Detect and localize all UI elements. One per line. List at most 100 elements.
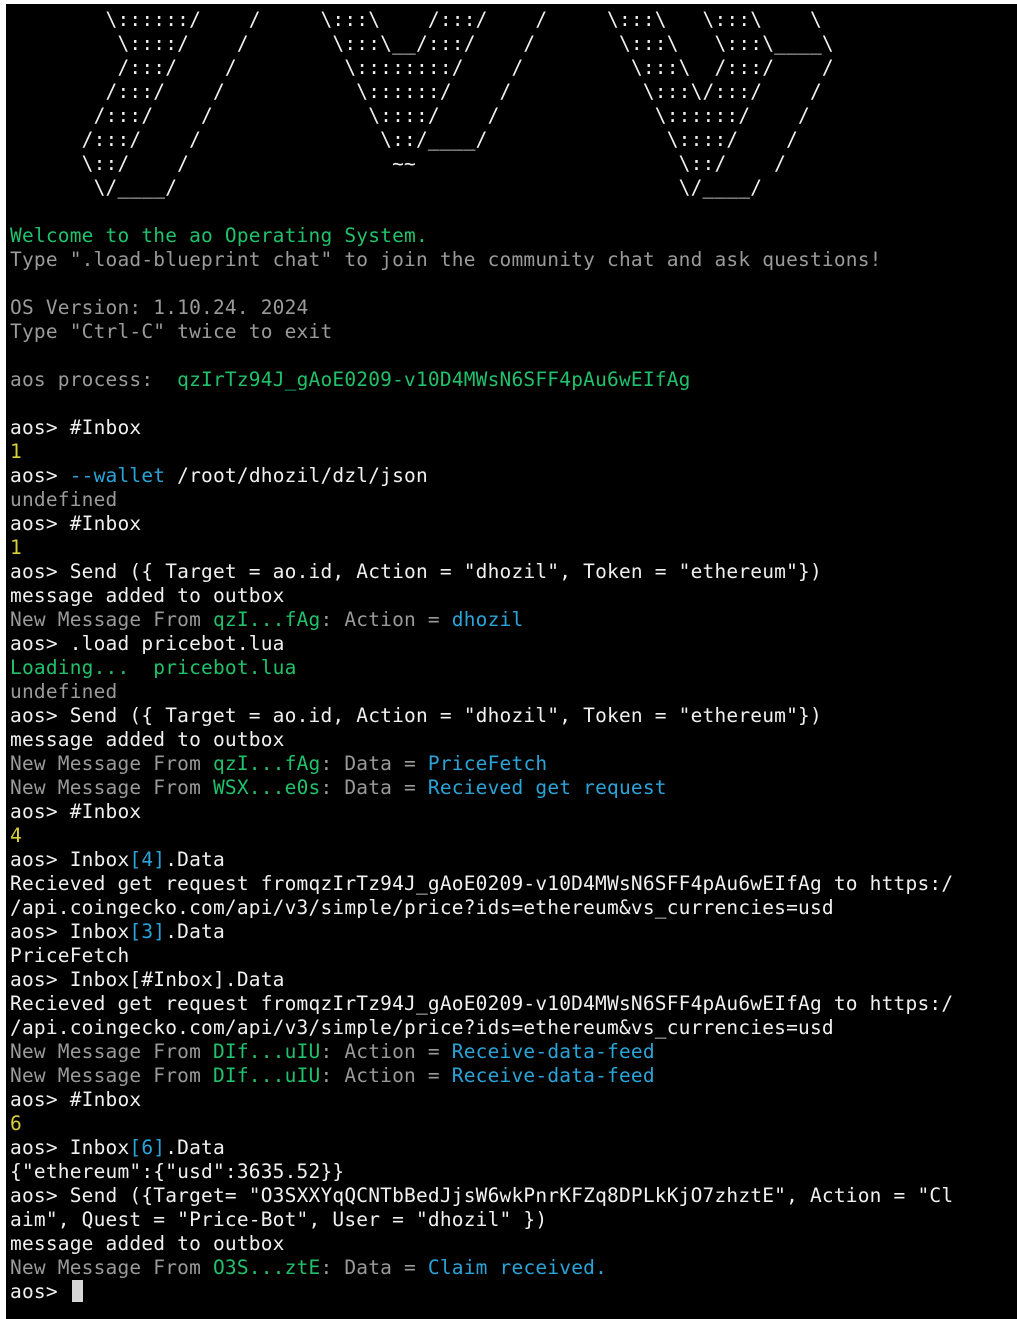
command-text: /root/dhozil/dzl/json <box>165 464 428 487</box>
welcome-message: Welcome to the ao Operating System. <box>10 224 428 247</box>
message-sender: DIf...uIU <box>212 1064 321 1087</box>
text-cursor[interactable] <box>71 1280 83 1302</box>
ascii-art-line: \::::::/ / \:::\ /:::/ / \:::\ \:::\ \ <box>10 8 822 31</box>
command-line: aos> #Inbox <box>10 1088 953 1112</box>
command-text: Inbox[#Inbox].Data <box>69 968 285 991</box>
ascii-art-line: \::/ / ~~ \::/ / <box>10 152 787 175</box>
output-text: /api.coingecko.com/api/v3/simple/price?i… <box>10 896 834 919</box>
message-field: : Action = <box>320 608 452 631</box>
message-field: : Data = <box>320 1256 428 1279</box>
command-line: aos> Send ({ Target = ao.id, Action = "d… <box>10 704 953 728</box>
command-text: Send ({Target= "O3SXXYqQCNTbBedJjsW6wkPn… <box>69 1184 954 1207</box>
command-line: aos> #Inbox <box>10 512 953 536</box>
command-line: aos> Inbox[6].Data <box>10 1136 953 1160</box>
command-line: aos> Inbox[#Inbox].Data <box>10 968 953 992</box>
loading-file: pricebot.lua <box>153 656 297 679</box>
new-message-line: New Message From qzI...fAg: Action = dho… <box>10 608 953 632</box>
output-value: 1 <box>10 440 22 463</box>
command-line: aos> #Inbox <box>10 416 953 440</box>
command-text: #Inbox <box>69 1088 142 1111</box>
prompt: aos> <box>10 416 70 439</box>
message-sender: qzI...fAg <box>212 608 321 631</box>
message-prefix: New Message From <box>10 1064 213 1087</box>
message-value: PriceFetch <box>427 752 548 775</box>
command-text: .Data <box>165 1136 225 1159</box>
command-index: [4] <box>129 848 166 871</box>
prompt: aos> <box>10 1280 70 1303</box>
command-line: aos> Inbox[4].Data <box>10 848 953 872</box>
command-text: Inbox <box>69 1136 130 1159</box>
message-sender: WSX...e0s <box>212 776 321 799</box>
output-value: 6 <box>10 1112 22 1135</box>
message-value: Recieved get request <box>427 776 667 799</box>
prompt: aos> <box>10 704 70 727</box>
command-flag: --wallet <box>69 464 166 487</box>
output-text: message added to outbox <box>10 728 285 751</box>
terminal-output: \::::::/ / \:::\ /:::/ / \:::\ \:::\ \ \… <box>10 8 953 1304</box>
output-undefined: undefined <box>10 680 118 703</box>
prompt: aos> <box>10 920 70 943</box>
prompt: aos> <box>10 1136 70 1159</box>
os-version: OS Version: 1.10.24. 2024 <box>10 296 309 319</box>
command-continuation: aim", Quest = "Price-Bot", User = "dhozi… <box>10 1208 548 1231</box>
output-text: Recieved get request fromqzIrTz94J_gAoE0… <box>10 872 954 895</box>
output-text: message added to outbox <box>10 584 285 607</box>
new-message-line: New Message From qzI...fAg: Data = Price… <box>10 752 953 776</box>
command-text: Send ({ Target = ao.id, Action = "dhozil… <box>69 704 822 727</box>
command-line: aos> Send ({ Target = ao.id, Action = "d… <box>10 560 953 584</box>
prompt: aos> <box>10 464 70 487</box>
command-line: aos> #Inbox <box>10 800 953 824</box>
message-value: Claim received. <box>427 1256 608 1279</box>
message-field: : Action = <box>320 1040 452 1063</box>
new-message-line: New Message From O3S...ztE: Data = Claim… <box>10 1256 953 1280</box>
command-text: Inbox <box>69 920 130 943</box>
prompt: aos> <box>10 800 70 823</box>
loading-label: Loading... <box>10 656 154 679</box>
ascii-art-line: /:::/ / \::::::/ / \:::\/:::/ / <box>10 80 822 103</box>
message-prefix: New Message From <box>10 1256 213 1279</box>
output-text: /api.coingecko.com/api/v3/simple/price?i… <box>10 1016 834 1039</box>
message-prefix: New Message From <box>10 776 213 799</box>
ascii-art-line: /:::/ / \::::/ / \::::::/ / <box>10 104 810 127</box>
output-text: PriceFetch <box>10 944 130 967</box>
new-message-line: New Message From DIf...uIU: Action = Rec… <box>10 1040 953 1064</box>
ascii-art-line: \/____/ \/____/ <box>10 176 763 199</box>
command-text: Send ({ Target = ao.id, Action = "dhozil… <box>69 560 822 583</box>
command-index: [6] <box>129 1136 166 1159</box>
message-sender: qzI...fAg <box>212 752 321 775</box>
message-sender: DIf...uIU <box>212 1040 321 1063</box>
process-label: aos process: <box>10 368 178 391</box>
command-line: aos> --wallet /root/dhozil/dzl/json <box>10 464 953 488</box>
message-value: Receive-data-feed <box>451 1040 655 1063</box>
command-text: .load pricebot.lua <box>69 632 285 655</box>
prompt: aos> <box>10 632 70 655</box>
input-prompt-line[interactable]: aos> <box>10 1280 953 1304</box>
ascii-art-line: /:::/ / \::/____/ \::::/ / <box>10 128 799 151</box>
process-id: qzIrTz94J_gAoE0209-v10D4MWsN6SFF4pAu6wEI… <box>177 368 691 391</box>
message-value: dhozil <box>451 608 524 631</box>
message-sender: O3S...ztE <box>212 1256 321 1279</box>
terminal-window[interactable]: \::::::/ / \:::\ /:::/ / \:::\ \:::\ \ \… <box>6 4 1017 1319</box>
message-field: : Action = <box>320 1064 452 1087</box>
prompt: aos> <box>10 1088 70 1111</box>
command-line: aos> Send ({Target= "O3SXXYqQCNTbBedJjsW… <box>10 1184 953 1208</box>
message-field: : Data = <box>320 752 428 775</box>
output-text: message added to outbox <box>10 1232 285 1255</box>
message-prefix: New Message From <box>10 1040 213 1063</box>
command-text: Inbox <box>69 848 130 871</box>
process-line: aos process: qzIrTz94J_gAoE0209-v10D4MWs… <box>10 368 953 392</box>
exit-hint: Type "Ctrl-C" twice to exit <box>10 320 333 343</box>
message-prefix: New Message From <box>10 608 213 631</box>
output-value: 4 <box>10 824 22 847</box>
output-value: 1 <box>10 536 22 559</box>
command-text: #Inbox <box>69 800 142 823</box>
command-text: .Data <box>165 848 225 871</box>
prompt: aos> <box>10 1184 70 1207</box>
command-line: aos> .load pricebot.lua <box>10 632 953 656</box>
ascii-art-line: /:::/ / \::::::::/ / \:::\ /:::/ / <box>10 56 834 79</box>
message-value: Receive-data-feed <box>451 1064 655 1087</box>
